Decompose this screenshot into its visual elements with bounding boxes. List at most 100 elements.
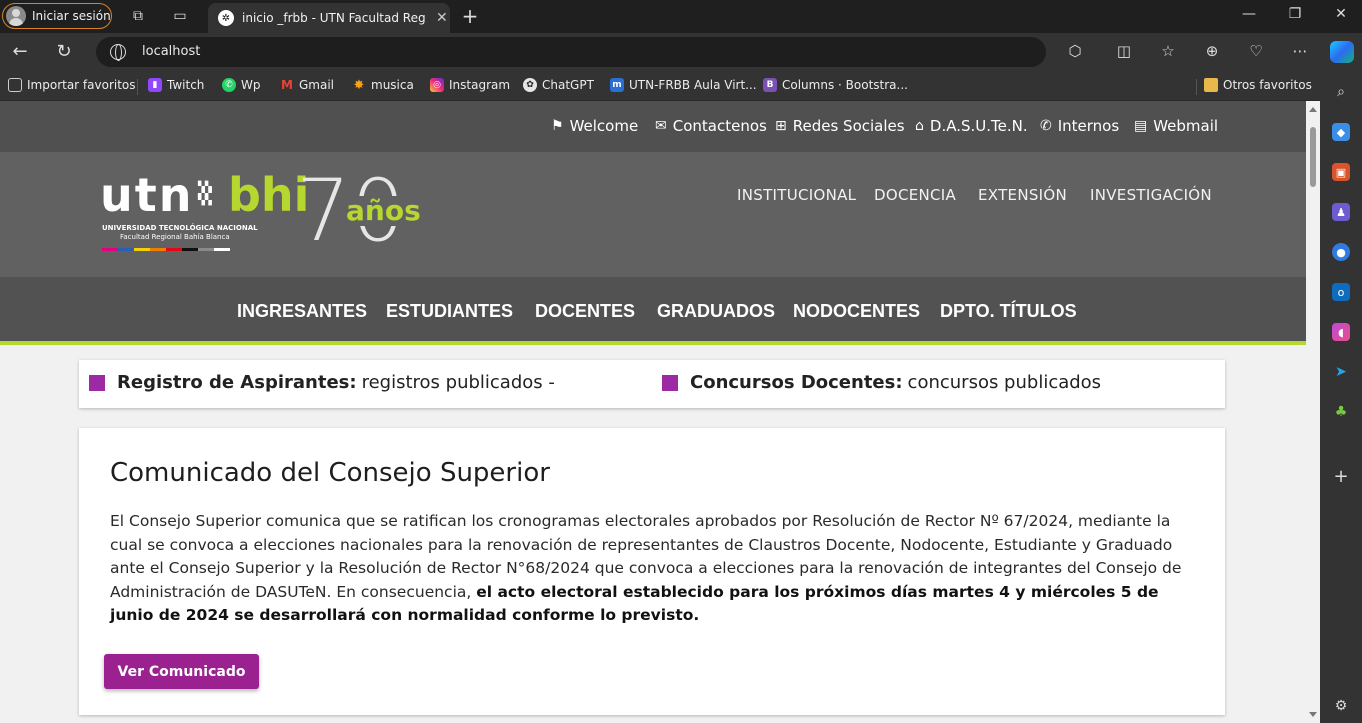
- top-link-label: D.A.S.U.Te.N.: [929, 117, 1028, 135]
- menu-investigacion[interactable]: INVESTIGACIÓN: [1090, 186, 1212, 204]
- browser-tab-bar: Iniciar sesión ⧉ ▭ ✲ inicio _frbb - UTN …: [0, 0, 1362, 33]
- nav-nodocentes[interactable]: NODOCENTES: [793, 301, 920, 322]
- ticker-item-concursos[interactable]: Concursos Docentes: concursos publicados: [662, 372, 1101, 393]
- bookmark-label: Gmail: [299, 78, 335, 92]
- utn-favicon-icon: ✲: [218, 10, 234, 26]
- bookmark-instagram[interactable]: ◎ Instagram: [430, 78, 510, 92]
- bookmark-chatgpt[interactable]: ✿ ChatGPT: [523, 78, 594, 92]
- ticker-item-registro[interactable]: Registro de Aspirantes: registros public…: [89, 372, 555, 393]
- profile-label: Iniciar sesión: [32, 9, 111, 23]
- chatgpt-icon: ✿: [523, 78, 537, 92]
- copilot-icon[interactable]: [1330, 41, 1354, 63]
- more-menu-icon[interactable]: ⋯: [1288, 42, 1312, 60]
- nav-ingresantes[interactable]: INGRESANTES: [237, 301, 367, 322]
- menu-docencia[interactable]: DOCENCIA: [874, 186, 956, 204]
- bookmark-other-favorites[interactable]: Otros favoritos: [1204, 78, 1312, 92]
- bookmark-label: Importar favoritos: [27, 78, 136, 92]
- nav-graduados[interactable]: GRADUADOS: [657, 301, 775, 322]
- tools-icon[interactable]: ▣: [1332, 163, 1350, 181]
- bookmark-aula-virtual[interactable]: m UTN-FRBB Aula Virt...: [610, 78, 757, 92]
- tab-active[interactable]: ✲ inicio _frbb - UTN Facultad Regional B…: [208, 3, 450, 33]
- bootstrap-icon: B: [763, 78, 777, 92]
- tree-icon[interactable]: ♣: [1332, 403, 1350, 421]
- ver-comunicado-button[interactable]: Ver Comunicado: [104, 654, 259, 689]
- scroll-up-arrow-icon[interactable]: [1309, 107, 1317, 112]
- games-icon[interactable]: ♟: [1332, 203, 1350, 221]
- top-link-dasuten[interactable]: ⌂ D.A.S.U.Te.N.: [915, 117, 1028, 135]
- workspaces-icon[interactable]: ⧉: [128, 6, 148, 26]
- shopping-tag-icon[interactable]: ◆: [1332, 123, 1350, 141]
- new-tab-button[interactable]: +: [458, 4, 482, 28]
- copilot-sidebar-icon[interactable]: ●: [1332, 243, 1350, 261]
- add-sidebar-icon[interactable]: +: [1332, 466, 1350, 487]
- top-link-label: Redes Sociales: [792, 117, 905, 135]
- logo-university-name: UNIVERSIDAD TECNOLÓGICA NACIONAL: [102, 224, 258, 232]
- favorites-star-icon[interactable]: ☆: [1156, 42, 1180, 60]
- bookmark-label: Twitch: [167, 78, 205, 92]
- nav-dpto-titulos[interactable]: DPTO. TÍTULOS: [940, 301, 1077, 322]
- profile-button[interactable]: Iniciar sesión: [2, 3, 112, 29]
- ticker-heading: Concursos Docentes:: [690, 372, 903, 393]
- bookmark-import-favorites[interactable]: Importar favoritos: [8, 78, 136, 92]
- split-screen-icon[interactable]: ◫: [1112, 42, 1136, 60]
- envelope-icon: ✉: [655, 118, 667, 134]
- logo-faculty-name: Facultad Regional Bahía Blanca: [120, 233, 230, 241]
- bookmark-twitch[interactable]: ▮ Twitch: [148, 78, 204, 92]
- category-nav: INGRESANTES ESTUDIANTES DOCENTES GRADUAD…: [0, 277, 1306, 345]
- extensions-icon[interactable]: ⬡: [1063, 42, 1087, 60]
- tab-actions-icon[interactable]: ▭: [170, 6, 190, 26]
- web-page: ⚑ Welcome ✉ Contactenos ⊞ Redes Sociales…: [0, 101, 1306, 723]
- site-top-bar: ⚑ Welcome ✉ Contactenos ⊞ Redes Sociales…: [0, 101, 1306, 152]
- bookmark-bootstrap[interactable]: B Columns · Bootstra...: [763, 78, 908, 92]
- bookmark-gmail[interactable]: M Gmail: [280, 78, 334, 92]
- browser-essentials-icon[interactable]: ♡: [1244, 42, 1268, 60]
- bookmark-label: ChatGPT: [542, 78, 594, 92]
- bookmark-whatsapp[interactable]: ✆ Wp: [222, 78, 260, 92]
- ticker-heading: Registro de Aspirantes:: [117, 372, 357, 393]
- minimize-button[interactable]: —: [1238, 6, 1260, 22]
- utn-bhi-70-logo[interactable]: utn ▚▚ ▞▞ ▚▚ bhi UNIVERSIDAD TECNOLÓGICA N…: [100, 168, 430, 262]
- import-icon: [8, 78, 22, 92]
- outlook-icon[interactable]: o: [1332, 283, 1350, 301]
- ticker-bullet-icon: [662, 374, 678, 391]
- back-arrow-icon[interactable]: ←: [8, 41, 32, 62]
- top-link-webmail[interactable]: ▤ Webmail: [1134, 117, 1218, 135]
- top-link-welcome[interactable]: ⚑ Welcome: [551, 117, 638, 135]
- scroll-thumb[interactable]: [1310, 127, 1316, 187]
- menu-extension[interactable]: EXTENSIÓN: [978, 186, 1067, 204]
- scroll-down-arrow-icon[interactable]: [1309, 712, 1317, 717]
- top-link-internos[interactable]: ✆ Internos: [1040, 117, 1119, 135]
- designer-icon[interactable]: ◖: [1332, 323, 1350, 341]
- tab-close-icon[interactable]: ✕: [436, 10, 448, 26]
- edge-sidebar: ⌕ ◆ ▣ ♟ ● o ◖ ➤ ♣ + ⚙: [1320, 71, 1362, 723]
- ticker-text: registros publicados -: [361, 372, 555, 393]
- sitemap-icon: ⊞: [775, 118, 787, 134]
- refresh-icon[interactable]: ↻: [52, 41, 76, 62]
- twitch-icon: ▮: [148, 78, 162, 92]
- menu-institucional[interactable]: INSTITUCIONAL: [737, 186, 856, 204]
- restore-button[interactable]: ❐: [1284, 6, 1306, 22]
- bookmark-musica[interactable]: ✸ musica: [352, 78, 414, 93]
- settings-gear-icon[interactable]: ⚙: [1332, 697, 1350, 715]
- top-link-contactenos[interactable]: ✉ Contactenos: [655, 117, 767, 135]
- moodle-icon: m: [610, 78, 624, 92]
- bookmark-label: Otros favoritos: [1223, 78, 1312, 92]
- flag-icon: ⚑: [551, 118, 564, 134]
- ticker-bullet-icon: [89, 374, 105, 391]
- instagram-icon: ◎: [430, 78, 444, 92]
- nav-estudiantes[interactable]: ESTUDIANTES: [386, 301, 513, 322]
- bookmark-label: Instagram: [449, 78, 511, 92]
- nav-docentes[interactable]: DOCENTES: [535, 301, 635, 322]
- logo-utn-text: utn: [100, 168, 194, 222]
- telegram-icon[interactable]: ➤: [1332, 363, 1350, 381]
- top-link-redes-sociales[interactable]: ⊞ Redes Sociales: [775, 117, 905, 135]
- search-icon[interactable]: ⌕: [1332, 83, 1350, 101]
- page-scrollbar[interactable]: [1306, 101, 1320, 723]
- collections-icon[interactable]: ⊕: [1200, 42, 1224, 60]
- gmail-icon: M: [281, 78, 293, 92]
- url-input[interactable]: localhost: [96, 37, 1046, 67]
- address-bar-row: ← ↻ localhost ⬡ ◫ ☆ ⊕ ♡ ⋯: [0, 33, 1362, 71]
- logo-anos-text: años: [344, 194, 423, 227]
- phone-icon: ✆: [1040, 118, 1052, 134]
- close-window-button[interactable]: ✕: [1330, 6, 1352, 22]
